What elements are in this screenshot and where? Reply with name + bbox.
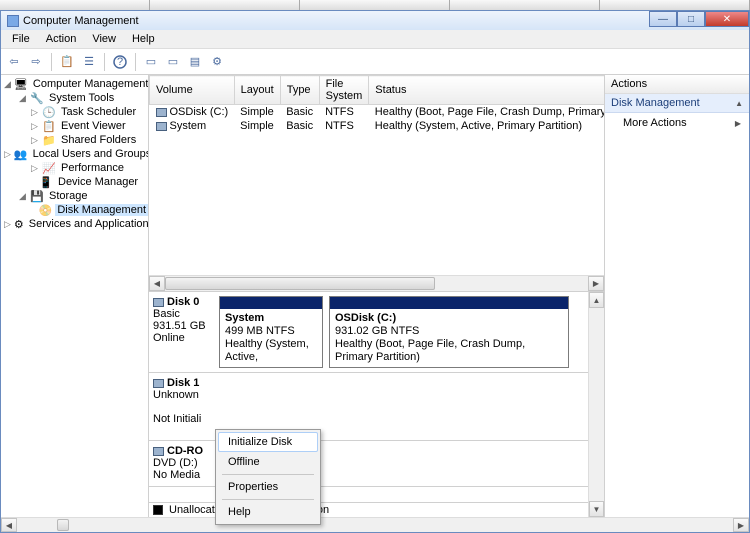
- tree-services[interactable]: ▷⚙Services and Applications: [1, 217, 148, 231]
- scroll-left-button[interactable]: ◀: [1, 518, 17, 532]
- tree-shared-folders[interactable]: ▷📁Shared Folders: [1, 133, 148, 147]
- volume-hscrollbar[interactable]: ◀ ▶: [149, 275, 604, 291]
- chevron-right-icon[interactable]: ▷: [30, 122, 39, 131]
- maximize-button[interactable]: □: [677, 11, 705, 27]
- cdrom-icon: [153, 447, 164, 456]
- up-button[interactable]: 📋: [58, 53, 76, 71]
- collapse-icon: ▲: [735, 99, 743, 108]
- window-hscrollbar[interactable]: ◀ ▶: [1, 517, 749, 532]
- tree-task-scheduler[interactable]: ▷🕒Task Scheduler: [1, 105, 148, 119]
- chevron-right-icon[interactable]: ▷: [30, 164, 39, 173]
- volume-row[interactable]: OSDisk (C:) Simple Basic NTFS Healthy (B…: [150, 105, 605, 120]
- scroll-down-button[interactable]: ▼: [589, 501, 604, 517]
- menu-properties[interactable]: Properties: [218, 477, 318, 497]
- tree-disk-management[interactable]: 📀Disk Management: [1, 203, 148, 217]
- toolbar: ⇦ ⇨ 📋 ☰ ? ▭ ▭ ▤ ⚙: [1, 49, 749, 75]
- computer-icon: 🖥: [14, 78, 28, 90]
- window-title: Computer Management: [23, 15, 139, 27]
- chevron-right-icon[interactable]: ▷: [30, 136, 39, 145]
- scroll-right-button[interactable]: ▶: [588, 276, 604, 291]
- event-icon: 📋: [42, 120, 56, 132]
- view-both-button[interactable]: ▤: [186, 53, 204, 71]
- col-fs[interactable]: File System: [319, 76, 369, 105]
- tree-root[interactable]: ◢🖥Computer Management (Local: [1, 77, 148, 91]
- chevron-down-icon[interactable]: ◢: [18, 94, 27, 103]
- tree-storage[interactable]: ◢💾Storage: [1, 189, 148, 203]
- col-volume[interactable]: Volume: [150, 76, 235, 105]
- volume-icon: [156, 122, 167, 131]
- help-button[interactable]: ?: [111, 53, 129, 71]
- col-type[interactable]: Type: [280, 76, 319, 105]
- scroll-left-button[interactable]: ◀: [149, 276, 165, 291]
- scroll-right-button[interactable]: ▶: [733, 518, 749, 532]
- tools-icon: 🔧: [30, 92, 44, 104]
- menu-offline[interactable]: Offline: [218, 452, 318, 472]
- properties-button[interactable]: ☰: [80, 53, 98, 71]
- perf-icon: 📈: [42, 162, 56, 174]
- disk-icon: [153, 379, 164, 388]
- tree-performance[interactable]: ▷📈Performance: [1, 161, 148, 175]
- actions-more-actions[interactable]: More Actions ▶: [605, 113, 749, 133]
- close-button[interactable]: ✕: [705, 11, 749, 27]
- volume-list[interactable]: Volume Layout Type File System Status Ca…: [149, 75, 604, 291]
- settings-button[interactable]: ⚙: [208, 53, 226, 71]
- chevron-right-icon[interactable]: ▷: [30, 108, 39, 117]
- svg-text:?: ?: [117, 56, 123, 68]
- storage-icon: 💾: [30, 190, 44, 202]
- view-bottom-button[interactable]: ▭: [164, 53, 182, 71]
- app-icon: [7, 15, 19, 27]
- menu-separator: [222, 474, 314, 475]
- actions-section-disk-management[interactable]: Disk Management ▲: [605, 94, 749, 113]
- disk-vscrollbar[interactable]: ▲ ▼: [588, 292, 604, 517]
- navigation-tree[interactable]: ◢🖥Computer Management (Local ◢🔧System To…: [1, 75, 149, 517]
- menu-initialize-disk[interactable]: Initialize Disk: [218, 432, 318, 452]
- tree-local-users[interactable]: ▷👥Local Users and Groups: [1, 147, 148, 161]
- minimize-button[interactable]: —: [649, 11, 677, 27]
- services-icon: ⚙: [14, 218, 24, 230]
- menu-separator: [222, 499, 314, 500]
- col-layout[interactable]: Layout: [234, 76, 280, 105]
- scroll-thumb[interactable]: [57, 519, 69, 531]
- folder-icon: 📁: [42, 134, 56, 146]
- disk-context-menu: Initialize Disk Offline Properties Help: [215, 429, 321, 525]
- tree-device-manager[interactable]: 📱Device Manager: [1, 175, 148, 189]
- tree-event-viewer[interactable]: ▷📋Event Viewer: [1, 119, 148, 133]
- chevron-down-icon[interactable]: ◢: [4, 80, 11, 89]
- clock-icon: 🕒: [42, 106, 56, 118]
- view-top-button[interactable]: ▭: [142, 53, 160, 71]
- menu-action[interactable]: Action: [39, 31, 84, 47]
- menu-help[interactable]: Help: [125, 31, 162, 47]
- menu-file[interactable]: File: [5, 31, 37, 47]
- users-icon: 👥: [14, 148, 28, 160]
- chevron-right-icon[interactable]: ▷: [4, 150, 11, 159]
- disk-icon: [153, 298, 164, 307]
- tree-system-tools[interactable]: ◢🔧System Tools: [1, 91, 148, 105]
- volume-row[interactable]: System Simple Basic NTFS Healthy (System…: [150, 119, 605, 133]
- scroll-thumb[interactable]: [165, 277, 435, 290]
- menu-view[interactable]: View: [85, 31, 123, 47]
- actions-pane: Actions Disk Management ▲ More Actions ▶: [605, 75, 749, 517]
- disk-icon: 📀: [39, 204, 53, 216]
- title-bar[interactable]: Computer Management — □ ✕: [1, 11, 749, 30]
- back-button[interactable]: ⇦: [5, 53, 23, 71]
- actions-header: Actions: [605, 75, 749, 94]
- column-headers[interactable]: Volume Layout Type File System Status Ca…: [150, 76, 605, 105]
- legend-swatch-unallocated: [153, 505, 163, 515]
- menu-bar: File Action View Help: [1, 30, 749, 49]
- forward-button[interactable]: ⇨: [27, 53, 45, 71]
- browser-tabstrip: [0, 0, 750, 10]
- partition-osdisk[interactable]: OSDisk (C:) 931.02 GB NTFS Healthy (Boot…: [329, 296, 569, 368]
- disk-0-row[interactable]: Disk 0 Basic 931.51 GB Online System: [149, 292, 588, 373]
- scroll-up-button[interactable]: ▲: [589, 292, 604, 308]
- volume-icon: [156, 108, 167, 117]
- chevron-down-icon[interactable]: ◢: [18, 192, 27, 201]
- device-icon: 📱: [39, 176, 53, 188]
- computer-management-window: Computer Management — □ ✕ File Action Vi…: [0, 10, 750, 533]
- col-status[interactable]: Status: [369, 76, 604, 105]
- submenu-icon: ▶: [735, 119, 741, 128]
- partition-system[interactable]: System 499 MB NTFS Healthy (System, Acti…: [219, 296, 323, 368]
- chevron-right-icon[interactable]: ▷: [4, 220, 11, 229]
- menu-help[interactable]: Help: [218, 502, 318, 522]
